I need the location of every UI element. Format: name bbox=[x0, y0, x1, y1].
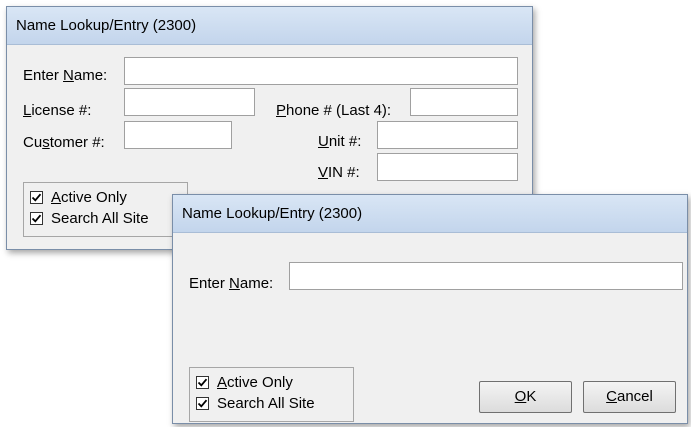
dialog-back-title: Name Lookup/Entry (2300) bbox=[16, 17, 197, 34]
vin-label: VIN #: bbox=[318, 164, 360, 181]
enter-name-input[interactable] bbox=[289, 262, 683, 290]
search-all-site-label: Search All Site bbox=[51, 210, 149, 227]
checkbox-checked-icon bbox=[30, 191, 43, 204]
active-only-label: Active Only bbox=[217, 374, 293, 391]
active-only-checkbox[interactable]: Active Only bbox=[196, 374, 293, 391]
dialog-front-titlebar[interactable]: Name Lookup/Entry (2300) bbox=[173, 195, 687, 233]
dialog-front-title: Name Lookup/Entry (2300) bbox=[182, 205, 363, 222]
dialog-front: Name Lookup/Entry (2300) Enter Name: Act… bbox=[172, 194, 688, 424]
options-group: Active Only Search All Site bbox=[189, 367, 354, 422]
active-only-label: Active Only bbox=[51, 189, 127, 206]
enter-name-label: Enter Name: bbox=[189, 275, 274, 292]
unit-input[interactable] bbox=[377, 121, 518, 149]
unit-label: Unit #: bbox=[318, 133, 362, 150]
customer-input[interactable] bbox=[124, 121, 232, 149]
checkbox-checked-icon bbox=[196, 376, 209, 389]
license-label: License #: bbox=[23, 102, 92, 119]
checkbox-checked-icon bbox=[30, 212, 43, 225]
customer-label: Customer #: bbox=[23, 134, 105, 151]
checkbox-checked-icon bbox=[196, 397, 209, 410]
phone-label: Phone # (Last 4): bbox=[276, 102, 392, 119]
phone-input[interactable] bbox=[410, 88, 518, 116]
enter-name-input[interactable] bbox=[124, 57, 518, 85]
active-only-checkbox[interactable]: Active Only bbox=[30, 189, 127, 206]
options-group: Active Only Search All Site bbox=[23, 182, 188, 237]
ok-button[interactable]: OK bbox=[479, 381, 572, 413]
license-input[interactable] bbox=[124, 88, 255, 116]
search-all-site-checkbox[interactable]: Search All Site bbox=[30, 210, 149, 227]
cancel-button[interactable]: Cancel bbox=[583, 381, 676, 413]
dialog-back-titlebar[interactable]: Name Lookup/Entry (2300) bbox=[7, 7, 532, 45]
search-all-site-label: Search All Site bbox=[217, 395, 315, 412]
search-all-site-checkbox[interactable]: Search All Site bbox=[196, 395, 315, 412]
vin-input[interactable] bbox=[377, 153, 518, 181]
enter-name-label: Enter Name: bbox=[23, 67, 108, 84]
